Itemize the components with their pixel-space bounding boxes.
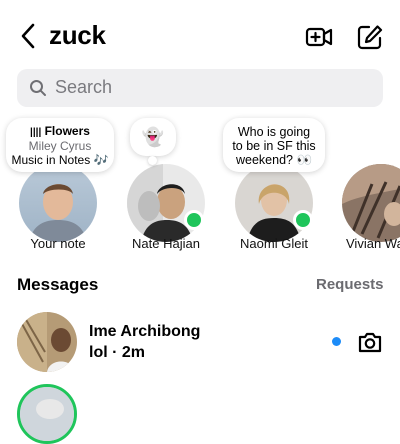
unread-indicator [332,337,341,346]
thread-avatar-partial[interactable] [17,384,77,444]
messages-section-title: Messages [17,275,99,294]
note-song-title: Flowers [44,124,90,138]
note-song-artist: Miley Cyrus [28,139,92,153]
note-caption: Music in Notes 🎶 [11,153,109,167]
avatar-nate-hajian[interactable] [127,164,205,242]
avatar-your-note[interactable] [19,164,97,242]
note-bubble-text[interactable]: Who is going to be in SF this weekend? 👀 [223,118,325,172]
avatar-naomi-gleit[interactable] [235,164,313,242]
note-name-naomi: Naomi Gleit [240,236,308,251]
note-bubble-emoji[interactable]: 👻 [130,118,176,156]
note-emoji: 👻 [141,127,165,147]
search-icon [30,80,46,96]
music-bars-icon: |||| [30,127,42,138]
online-status-nate [184,210,204,230]
back-chevron-icon[interactable] [18,22,40,50]
thread-name: Ime Archibong [89,323,201,340]
camera-icon[interactable] [357,330,383,354]
requests-link[interactable]: Requests [316,276,384,293]
thread-avatar [17,312,77,372]
avatar-vivian[interactable] [342,164,400,242]
page-title: zuck [49,20,106,50]
search-input[interactable]: Search [55,77,112,98]
search-bar[interactable]: Search [17,69,383,107]
note-text-line1: Who is going [237,125,311,139]
thread-row[interactable]: Ime Archibong lol · 2m [0,308,400,374]
note-bubble-music[interactable]: |||| Flowers Miley Cyrus Music in Notes … [6,118,114,172]
thread-preview: lol · 2m [89,344,146,361]
new-video-call-icon[interactable] [305,24,333,50]
online-status-naomi [293,210,313,230]
note-name-nate: Nate Hajian [132,236,200,251]
compose-icon[interactable] [356,23,384,51]
note-name-your-note: Your note [30,236,86,251]
note-name-vivian: Vivian Wa [346,236,400,251]
note-text-line3: weekend? 👀 [235,153,313,167]
note-text-line2: to be in SF this [232,139,316,153]
bubble-tail-dot [148,156,157,165]
